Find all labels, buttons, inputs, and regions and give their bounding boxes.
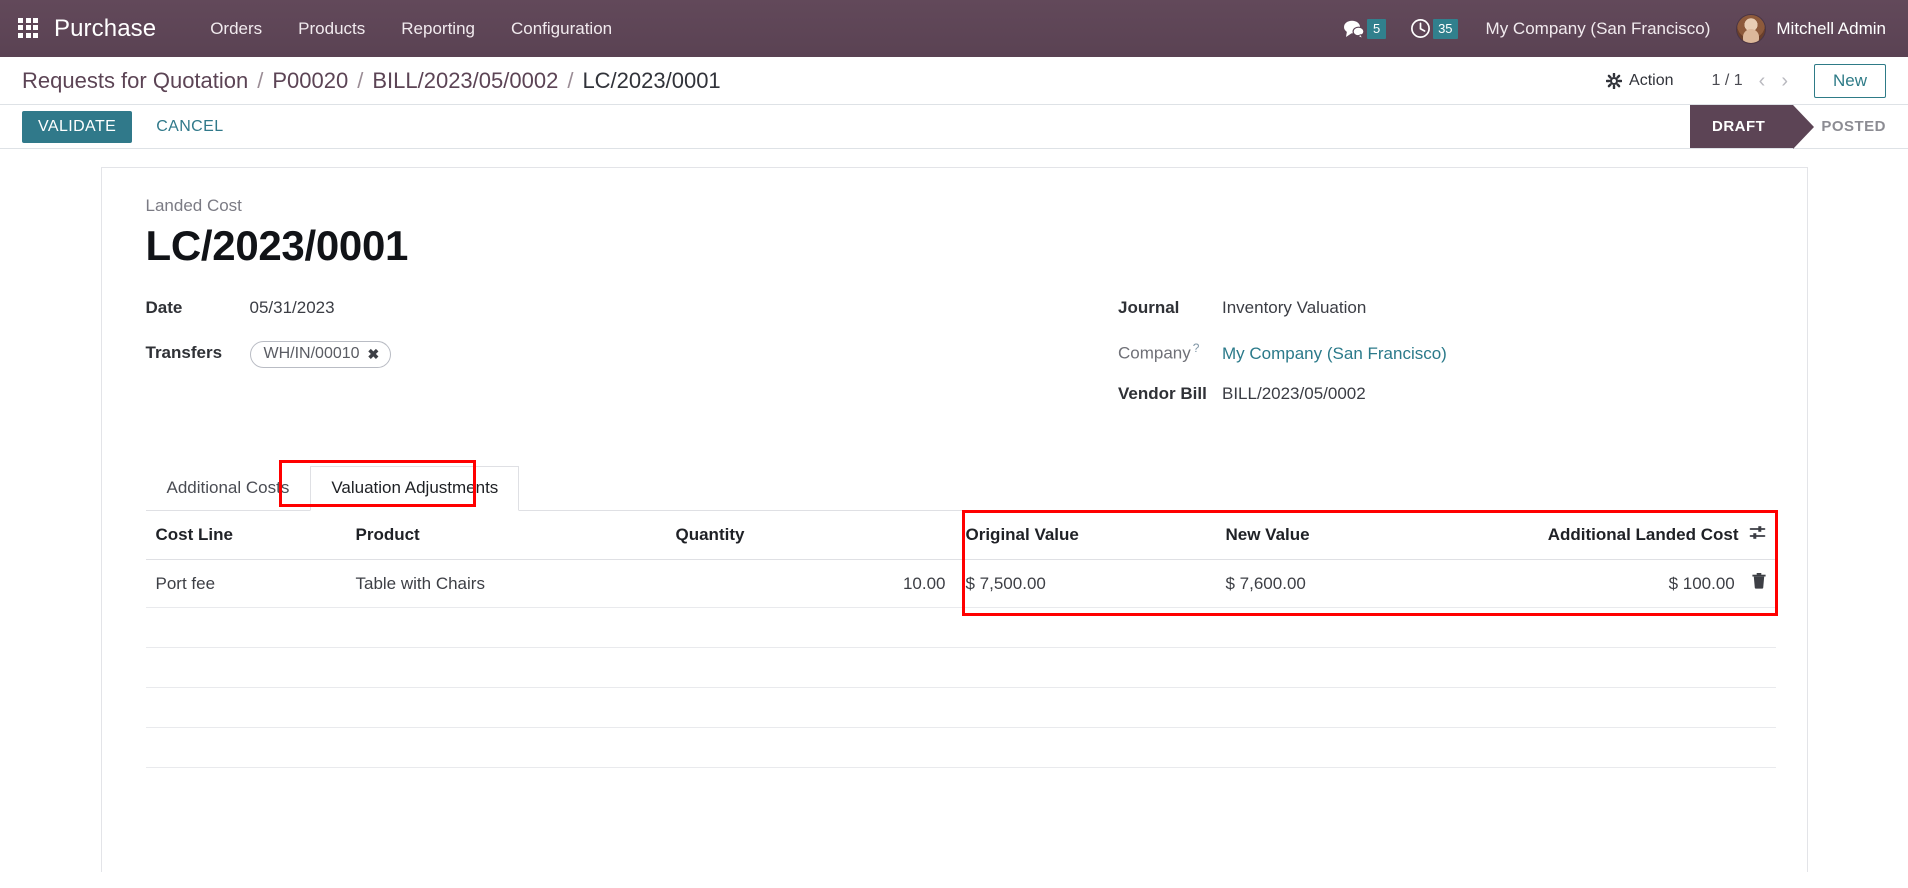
column-header-original-value[interactable]: Original Value [955,511,1216,560]
user-name: Mitchell Admin [1776,18,1886,38]
breadcrumb-item-2[interactable]: BILL/2023/05/0002 [372,68,558,94]
status-badge-draft[interactable]: DRAFT [1689,105,1815,149]
control-panel: Requests for Quotation / P00020 / BILL/2… [0,57,1908,105]
breadcrumb-item-current: LC/2023/0001 [582,67,721,93]
trash-icon[interactable] [1751,573,1766,593]
activities-badge: 35 [1433,18,1458,39]
navbar-right: 5 35 My Company (San Francisco) Mitchell… [1331,13,1886,44]
menu-item-reporting[interactable]: Reporting [383,13,493,45]
tab-additional-costs[interactable]: Additional Costs [146,466,311,511]
chevron-left-icon[interactable]: ‹ [1753,71,1772,91]
valuation-adjustments-table-wrap: Cost Line Product Quantity Original Valu… [145,510,1778,768]
column-header-alc-label: Additional Landed Cost [1547,525,1739,544]
cell-product[interactable]: Table with Chairs [345,559,666,608]
user-menu[interactable]: Mitchell Admin [1726,13,1886,44]
form-fields: Date 05/31/2023 Transfers WH/IN/00010 ✖ … [146,298,1763,427]
help-icon[interactable]: ? [1193,341,1200,355]
page-title: LC/2023/0001 [145,222,409,269]
table-row-empty[interactable] [145,727,1776,768]
column-header-cost-line[interactable]: Cost Line [145,511,346,560]
form-fields-left: Date 05/31/2023 Transfers WH/IN/00010 ✖ [146,298,955,427]
control-panel-right: Action 1 / 1 ‹ › New [1596,63,1886,98]
breadcrumb-item-1[interactable]: P00020 [272,68,348,94]
validate-button[interactable]: VALIDATE [22,110,133,143]
gear-icon [1606,72,1623,89]
table-row-empty[interactable] [145,607,1776,648]
field-label-company: Company? [1118,341,1222,364]
action-button[interactable]: Action [1596,68,1683,94]
field-label-vendor-bill: Vendor Bill [1118,384,1207,403]
column-header-quantity[interactable]: Quantity [665,511,956,560]
menu-item-configuration[interactable]: Configuration [493,13,630,45]
chat-bubble-icon [1344,20,1365,39]
field-value-journal[interactable]: Inventory Valuation [1222,298,1366,318]
page-subtitle: Landed Cost [145,196,242,215]
transfer-tag[interactable]: WH/IN/00010 ✖ [249,341,392,368]
statusbar: VALIDATE CANCEL DRAFT POSTED [0,105,1908,149]
sliders-icon[interactable] [1749,525,1766,545]
breadcrumb-separator: / [357,67,364,93]
action-label: Action [1629,71,1674,89]
breadcrumb-separator: / [567,67,574,93]
menu-item-products[interactable]: Products [280,13,383,45]
company-switcher[interactable]: My Company (San Francisco) [1470,19,1727,39]
field-value-vendor-bill[interactable]: BILL/2023/05/0002 [1222,384,1366,404]
chevron-right-icon[interactable]: › [1775,71,1794,91]
avatar [1736,13,1767,44]
field-label-company-text: Company [1118,343,1191,363]
field-label-transfers: Transfers [145,343,223,362]
pager: 1 / 1 ‹ › [1706,71,1794,91]
breadcrumb-item-0[interactable]: Requests for Quotation [22,68,248,94]
valuation-adjustments-table: Cost Line Product Quantity Original Valu… [145,511,1776,768]
column-header-additional-landed-cost[interactable]: Additional Landed Cost [1475,511,1776,560]
cancel-button[interactable]: CANCEL [140,111,239,143]
table-row-empty[interactable] [145,687,1776,728]
status-ribbon: DRAFT POSTED [1689,105,1908,149]
field-transfers: Transfers WH/IN/00010 ✖ [146,341,955,368]
cell-alc-value: $ 100.00 [1668,574,1735,593]
field-label-date: Date [145,298,183,317]
activities-menu[interactable]: 35 [1398,18,1469,39]
app-brand-purchase[interactable]: Purchase [54,15,156,43]
notebook-tabs: Additional Costs Valuation Adjustments [145,465,1763,511]
table-body: Port fee Table with Chairs 10.00 $ 7,500… [145,559,1776,768]
field-company: Company? My Company (San Francisco) [1118,341,1763,365]
field-vendor-bill: Vendor Bill BILL/2023/05/0002 [1118,384,1763,408]
cell-additional-landed-cost[interactable]: $ 100.00 [1475,559,1776,608]
menu-item-orders[interactable]: Orders [192,13,280,45]
close-icon[interactable]: ✖ [368,346,380,363]
cell-cost-line[interactable]: Port fee [145,559,346,608]
column-header-product[interactable]: Product [345,511,666,560]
cell-new-value[interactable]: $ 7,600.00 [1215,559,1476,608]
notebook: Additional Costs Valuation Adjustments C… [145,460,1778,768]
status-badge-posted[interactable]: POSTED [1799,105,1908,148]
form-sheet: Landed Cost LC/2023/0001 Date 05/31/2023… [100,167,1808,872]
new-button[interactable]: New [1813,63,1886,98]
breadcrumb: Requests for Quotation / P00020 / BILL/2… [22,68,721,94]
tab-valuation-adjustments[interactable]: Valuation Adjustments [310,466,520,511]
breadcrumb-separator: / [257,67,264,93]
main-menu: Orders Products Reporting Configuration [192,13,630,45]
messages-badge: 5 [1367,18,1387,39]
field-label-journal: Journal [1118,298,1180,317]
apps-grid-icon[interactable] [18,17,40,40]
clock-icon [1411,19,1431,38]
field-date: Date 05/31/2023 [146,298,955,322]
form-view-background: Landed Cost LC/2023/0001 Date 05/31/2023… [0,149,1908,888]
table-row-empty[interactable] [145,647,1776,688]
field-journal: Journal Inventory Valuation [1118,298,1763,322]
pager-value: 1 / 1 [1711,71,1743,89]
field-value-company[interactable]: My Company (San Francisco) [1222,344,1447,364]
transfer-tag-label: WH/IN/00010 [263,345,360,362]
table-row[interactable]: Port fee Table with Chairs 10.00 $ 7,500… [145,559,1776,608]
cell-quantity[interactable]: 10.00 [665,559,956,608]
field-value-date[interactable]: 05/31/2023 [250,298,335,318]
table-header-row: Cost Line Product Quantity Original Valu… [145,511,1776,560]
top-navbar: Purchase Orders Products Reporting Confi… [0,0,1908,57]
cell-original-value[interactable]: $ 7,500.00 [955,559,1216,608]
messages-menu[interactable]: 5 [1331,18,1398,39]
column-header-new-value[interactable]: New Value [1215,511,1476,560]
form-fields-right: Journal Inventory Valuation Company? My … [954,298,1763,427]
